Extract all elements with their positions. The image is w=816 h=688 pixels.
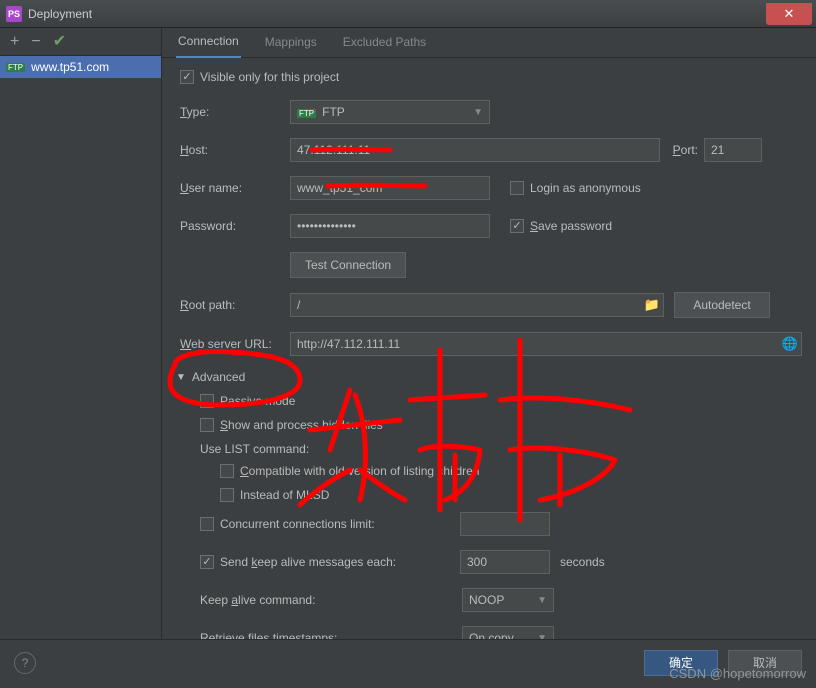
passive-mode-label: Passive mode bbox=[220, 394, 295, 408]
autodetect-button[interactable]: Autodetect bbox=[674, 292, 770, 318]
instead-mlsd-label: Instead of MLSD bbox=[240, 488, 329, 502]
chevron-down-icon: ▼ bbox=[537, 633, 547, 640]
tab-connection[interactable]: Connection bbox=[176, 28, 241, 58]
triangle-down-icon: ▼ bbox=[176, 372, 186, 383]
password-label: Password: bbox=[180, 219, 290, 233]
retrieve-ts-select[interactable]: On copy▼ bbox=[462, 626, 554, 639]
login-anonymous-checkbox[interactable] bbox=[510, 181, 524, 195]
visible-only-checkbox[interactable] bbox=[180, 70, 194, 84]
browse-folder-icon[interactable]: 📁 bbox=[644, 297, 660, 313]
tabs-bar: Connection Mappings Excluded Paths bbox=[162, 28, 816, 58]
confirm-server-button[interactable]: ✔ bbox=[53, 34, 66, 50]
ftp-badge-icon: FTP bbox=[6, 63, 25, 72]
keep-alive-checkbox[interactable] bbox=[200, 555, 214, 569]
cancel-button[interactable]: 取消 bbox=[728, 650, 802, 676]
tab-mappings[interactable]: Mappings bbox=[263, 29, 319, 57]
show-hidden-label: Show and process hidden files bbox=[220, 418, 383, 432]
password-input[interactable] bbox=[290, 214, 490, 238]
concurrent-limit-label: Concurrent connections limit: bbox=[220, 517, 460, 531]
host-input[interactable] bbox=[290, 138, 660, 162]
seconds-label: seconds bbox=[560, 555, 605, 569]
visible-only-label: Visible only for this project bbox=[200, 70, 339, 84]
titlebar: PS Deployment ✕ bbox=[0, 0, 816, 28]
use-list-label: Use LIST command: bbox=[180, 442, 798, 456]
tab-excluded[interactable]: Excluded Paths bbox=[341, 29, 428, 57]
dialog-footer: ? 确定 取消 bbox=[0, 639, 816, 685]
username-label: User name: bbox=[180, 181, 290, 195]
server-name: www.tp51.com bbox=[31, 60, 109, 74]
retrieve-ts-label: Retrieve files timestamps: bbox=[200, 631, 462, 639]
username-input[interactable] bbox=[290, 176, 490, 200]
window-title: Deployment bbox=[28, 7, 92, 21]
add-server-button[interactable]: + bbox=[10, 34, 19, 50]
server-list-item[interactable]: FTP www.tp51.com bbox=[0, 56, 161, 78]
host-label: Host: bbox=[180, 143, 290, 157]
port-input[interactable] bbox=[704, 138, 762, 162]
test-connection-button[interactable]: Test Connection bbox=[290, 252, 406, 278]
concurrent-limit-checkbox[interactable] bbox=[200, 517, 214, 531]
keep-alive-input[interactable] bbox=[460, 550, 550, 574]
type-select[interactable]: FTPFTP ▼ bbox=[290, 100, 490, 124]
remove-server-button[interactable]: − bbox=[31, 34, 40, 50]
window-close-button[interactable]: ✕ bbox=[766, 3, 812, 25]
keep-alive-cmd-label: Keep alive command: bbox=[200, 593, 462, 607]
root-path-input[interactable] bbox=[290, 293, 664, 317]
login-anonymous-label: Login as anonymous bbox=[530, 181, 641, 195]
chevron-down-icon: ▼ bbox=[473, 107, 483, 118]
save-password-checkbox[interactable] bbox=[510, 219, 524, 233]
app-icon: PS bbox=[6, 6, 22, 22]
chevron-down-icon: ▼ bbox=[537, 595, 547, 606]
ftp-icon: FTP bbox=[297, 109, 316, 118]
type-label: Type: bbox=[180, 105, 290, 119]
passive-mode-checkbox[interactable] bbox=[200, 394, 214, 408]
port-label: Port: bbox=[660, 143, 704, 157]
globe-icon[interactable]: 🌐 bbox=[782, 336, 798, 352]
keep-alive-label: Send keep alive messages each: bbox=[220, 555, 460, 569]
form-area: Visible only for this project Type: FTPF… bbox=[162, 58, 816, 639]
ok-button[interactable]: 确定 bbox=[644, 650, 718, 676]
compatible-label: Compatible with old version of listing c… bbox=[240, 464, 479, 478]
servers-toolbar: + − ✔ bbox=[0, 28, 161, 56]
advanced-section-toggle[interactable]: ▼ Advanced bbox=[176, 370, 798, 384]
help-button[interactable]: ? bbox=[14, 652, 36, 674]
settings-pane: Connection Mappings Excluded Paths Visib… bbox=[162, 28, 816, 639]
root-path-label: Root path: bbox=[180, 298, 290, 312]
web-url-label: Web server URL: bbox=[180, 337, 290, 351]
concurrent-limit-input[interactable] bbox=[460, 512, 550, 536]
keep-alive-cmd-select[interactable]: NOOP▼ bbox=[462, 588, 554, 612]
instead-mlsd-checkbox[interactable] bbox=[220, 488, 234, 502]
save-password-label: Save password bbox=[530, 219, 612, 233]
web-url-input[interactable] bbox=[290, 332, 802, 356]
show-hidden-checkbox[interactable] bbox=[200, 418, 214, 432]
compatible-checkbox[interactable] bbox=[220, 464, 234, 478]
servers-pane: + − ✔ FTP www.tp51.com bbox=[0, 28, 162, 639]
